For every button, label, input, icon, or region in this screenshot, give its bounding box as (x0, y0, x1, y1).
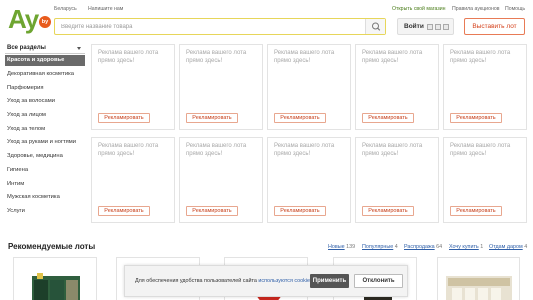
sidebar-item-mens-cosmetics[interactable]: Мужская косметика (5, 191, 85, 205)
ad-slot-text: Реклама вашего лота прямо здесь! (274, 143, 335, 157)
cookie-message-text: Для обеспечения удобства пользователей с… (135, 278, 259, 284)
sidebar-item-hands-nails[interactable]: Уход за руками и ногтями (5, 136, 85, 150)
ad-slot-text: Реклама вашего лота прямо здесь! (274, 50, 335, 64)
write-us-link[interactable]: Напишите нам (88, 6, 123, 12)
tab-new-count: 139 (346, 244, 356, 250)
ad-slot-text: Реклама вашего лота прямо здесь! (98, 50, 159, 64)
ad-slot: Реклама вашего лота прямо здесь! Реклами… (443, 44, 527, 130)
tab-new[interactable]: Новые 139 (328, 244, 355, 250)
cookie-banner: Для обеспечения удобства пользователей с… (124, 265, 408, 297)
top-links-bar: Беларусь Напишите нам Открыть свой магаз… (0, 6, 533, 14)
cookie-message: Для обеспечения удобства пользователей с… (135, 278, 314, 284)
cookie-decline-button[interactable]: Отклонить (354, 274, 403, 288)
ad-slot: Реклама вашего лота прямо здесь! Реклами… (267, 44, 351, 130)
ad-slot-text: Реклама вашего лота прямо здесь! (362, 143, 423, 157)
cookie-apply-button[interactable]: Применить (310, 274, 349, 288)
ad-slot: Реклама вашего лота прямо здесь! Реклами… (91, 137, 175, 223)
sidebar-item-health-medicine[interactable]: Здоровье, медицина (5, 150, 85, 164)
open-shop-link[interactable]: Открыть свой магазин (392, 6, 446, 12)
sell-lot-button[interactable]: Выставить лот (464, 18, 525, 35)
tab-give-away-count: 4 (524, 244, 528, 250)
search-button[interactable] (365, 19, 385, 34)
tab-give-away[interactable]: Отдам даром 4 (489, 244, 527, 250)
sidebar-item-decorative-cosmetics[interactable]: Декоративная косметика (5, 68, 85, 82)
tab-want-to-buy[interactable]: Хочу купить 1 (449, 244, 483, 250)
advertise-button[interactable]: Рекламировать (186, 206, 238, 216)
ad-slot: Реклама вашего лота прямо здесь! Реклами… (355, 137, 439, 223)
ad-slot-text: Реклама вашего лота прямо здесь! (450, 143, 511, 157)
advertise-button[interactable]: Рекламировать (98, 113, 150, 123)
tab-sale-count: 64 (436, 244, 443, 250)
product-card[interactable] (437, 257, 520, 300)
tab-sale-label: Распродажа (404, 244, 435, 250)
all-sections-label: Все разделы (7, 45, 46, 51)
all-sections-dropdown[interactable]: Все разделы (5, 44, 85, 54)
ad-slot-text: Реклама вашего лота прямо здесь! (450, 50, 511, 64)
country-link[interactable]: Беларусь (54, 6, 77, 12)
advertise-button[interactable]: Рекламировать (362, 206, 414, 216)
tab-give-away-label: Отдам даром (489, 244, 523, 250)
social-login-icon[interactable] (443, 24, 449, 30)
sidebar-item-hair-care[interactable]: Уход за волосами (5, 95, 85, 109)
ad-slot-text: Реклама вашего лота прямо здесь! (98, 143, 159, 157)
tab-sale[interactable]: Распродажа 64 (404, 244, 442, 250)
ad-slot-text: Реклама вашего лота прямо здесь! (186, 50, 247, 64)
product-image (32, 273, 80, 300)
ad-slot: Реклама вашего лота прямо здесь! Реклами… (355, 44, 439, 130)
ad-slot-text: Реклама вашего лота прямо здесь! (362, 50, 423, 64)
tab-popular[interactable]: Популярные 4 (362, 244, 398, 250)
tab-want-to-buy-count: 1 (480, 244, 484, 250)
ad-slot: Реклама вашего лота прямо здесь! Реклами… (91, 44, 175, 130)
ad-slot: Реклама вашего лота прямо здесь! Реклами… (179, 137, 263, 223)
chevron-down-icon (77, 47, 81, 50)
advertise-button[interactable]: Рекламировать (450, 206, 502, 216)
logo-badge: by (39, 16, 51, 28)
rules-link[interactable]: Правила аукционов (452, 6, 499, 12)
product-image (446, 276, 512, 300)
advertise-button[interactable]: Рекламировать (98, 206, 150, 216)
tab-want-to-buy-label: Хочу купить (449, 244, 479, 250)
help-link[interactable]: Помощь (505, 6, 525, 12)
sidebar-item-face-care[interactable]: Уход за лицом (5, 109, 85, 123)
search-box (54, 18, 386, 35)
search-icon (372, 22, 381, 31)
sidebar-item-perfumery[interactable]: Парфюмерия (5, 82, 85, 96)
recommended-title: Рекомендуемые лоты (8, 242, 96, 251)
advertise-button[interactable]: Рекламировать (450, 113, 502, 123)
logo-text: Ay (8, 4, 39, 34)
product-card[interactable] (13, 257, 97, 300)
ad-slot: Реклама вашего лота прямо здесь! Реклами… (267, 137, 351, 223)
sidebar-item-beauty-health[interactable]: Красота и здоровье (5, 55, 85, 66)
sidebar-item-hygiene[interactable]: Гигиена (5, 164, 85, 178)
sidebar-item-body-care[interactable]: Уход за телом (5, 123, 85, 137)
sidebar-item-intimate[interactable]: Интим (5, 178, 85, 192)
tab-popular-count: 4 (394, 244, 398, 250)
advertise-button[interactable]: Рекламировать (274, 206, 326, 216)
advertise-button[interactable]: Рекламировать (362, 113, 414, 123)
social-login-icon[interactable] (435, 24, 441, 30)
login-button[interactable]: Войти (397, 18, 454, 35)
cookies-link[interactable]: используются cookies (258, 278, 312, 284)
advertise-button[interactable]: Рекламировать (274, 113, 326, 123)
login-label: Войти (404, 23, 424, 30)
sidebar-item-services[interactable]: Услуги (5, 205, 85, 219)
social-login-icon[interactable] (427, 24, 433, 30)
advertise-button[interactable]: Рекламировать (186, 113, 238, 123)
search-input[interactable] (55, 19, 365, 34)
ad-slot: Реклама вашего лота прямо здесь! Реклами… (443, 137, 527, 223)
category-sidebar: Все разделы Красота и здоровье Декоратив… (5, 44, 85, 219)
ad-slot: Реклама вашего лота прямо здесь! Реклами… (179, 44, 263, 130)
tab-popular-label: Популярные (362, 244, 394, 250)
site-logo[interactable]: Ay by (8, 4, 51, 34)
tab-new-label: Новые (328, 244, 345, 250)
ad-slot-text: Реклама вашего лота прямо здесь! (186, 143, 247, 157)
